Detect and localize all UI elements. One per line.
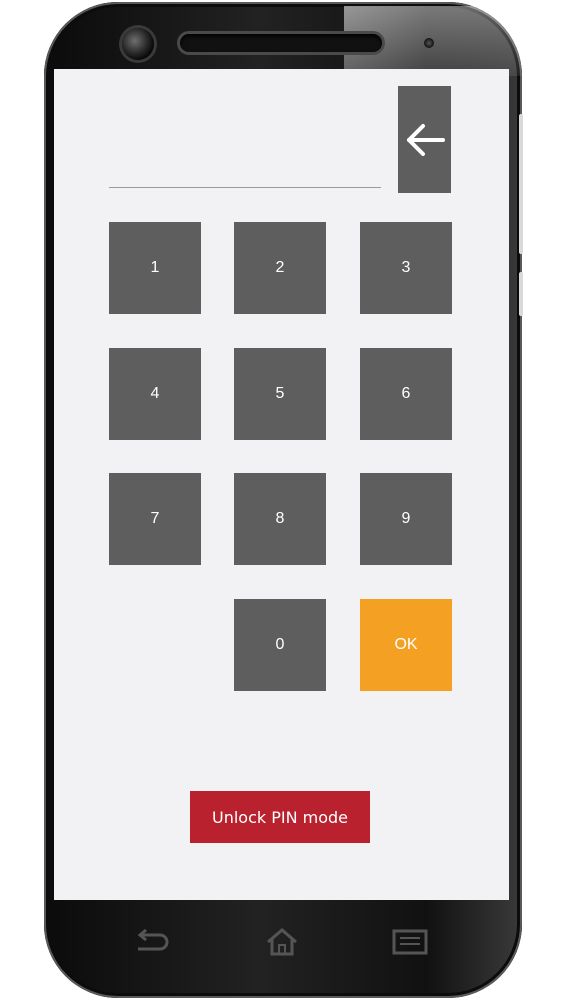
screen: 1 2 3 4 5 6 7 8 9 0 OK Unlock PIN mode: [54, 69, 509, 900]
keypad-key-7[interactable]: 7: [109, 473, 201, 565]
side-button-bottom: [519, 272, 523, 316]
keypad-key-8[interactable]: 8: [234, 473, 326, 565]
keypad-key-3[interactable]: 3: [360, 222, 452, 314]
earpiece-speaker: [180, 34, 382, 52]
ok-button[interactable]: OK: [360, 599, 452, 691]
home-icon[interactable]: [262, 925, 302, 959]
keypad-key-2[interactable]: 2: [234, 222, 326, 314]
recent-apps-icon[interactable]: [390, 925, 430, 959]
front-camera: [122, 28, 154, 60]
backspace-button[interactable]: [398, 86, 451, 193]
keypad-key-1[interactable]: 1: [109, 222, 201, 314]
keypad-key-0[interactable]: 0: [234, 599, 326, 691]
back-icon[interactable]: [132, 925, 172, 959]
proximity-sensor: [424, 38, 434, 48]
keypad-key-5[interactable]: 5: [234, 348, 326, 440]
pin-entry-field: [109, 187, 381, 188]
unlock-pin-mode-button[interactable]: Unlock PIN mode: [190, 791, 370, 843]
keypad-key-9[interactable]: 9: [360, 473, 452, 565]
keypad-key-4[interactable]: 4: [109, 348, 201, 440]
side-button-top: [519, 114, 523, 254]
android-navigation-bar: [54, 900, 509, 990]
keypad-key-6[interactable]: 6: [360, 348, 452, 440]
arrow-left-icon: [406, 123, 445, 156]
